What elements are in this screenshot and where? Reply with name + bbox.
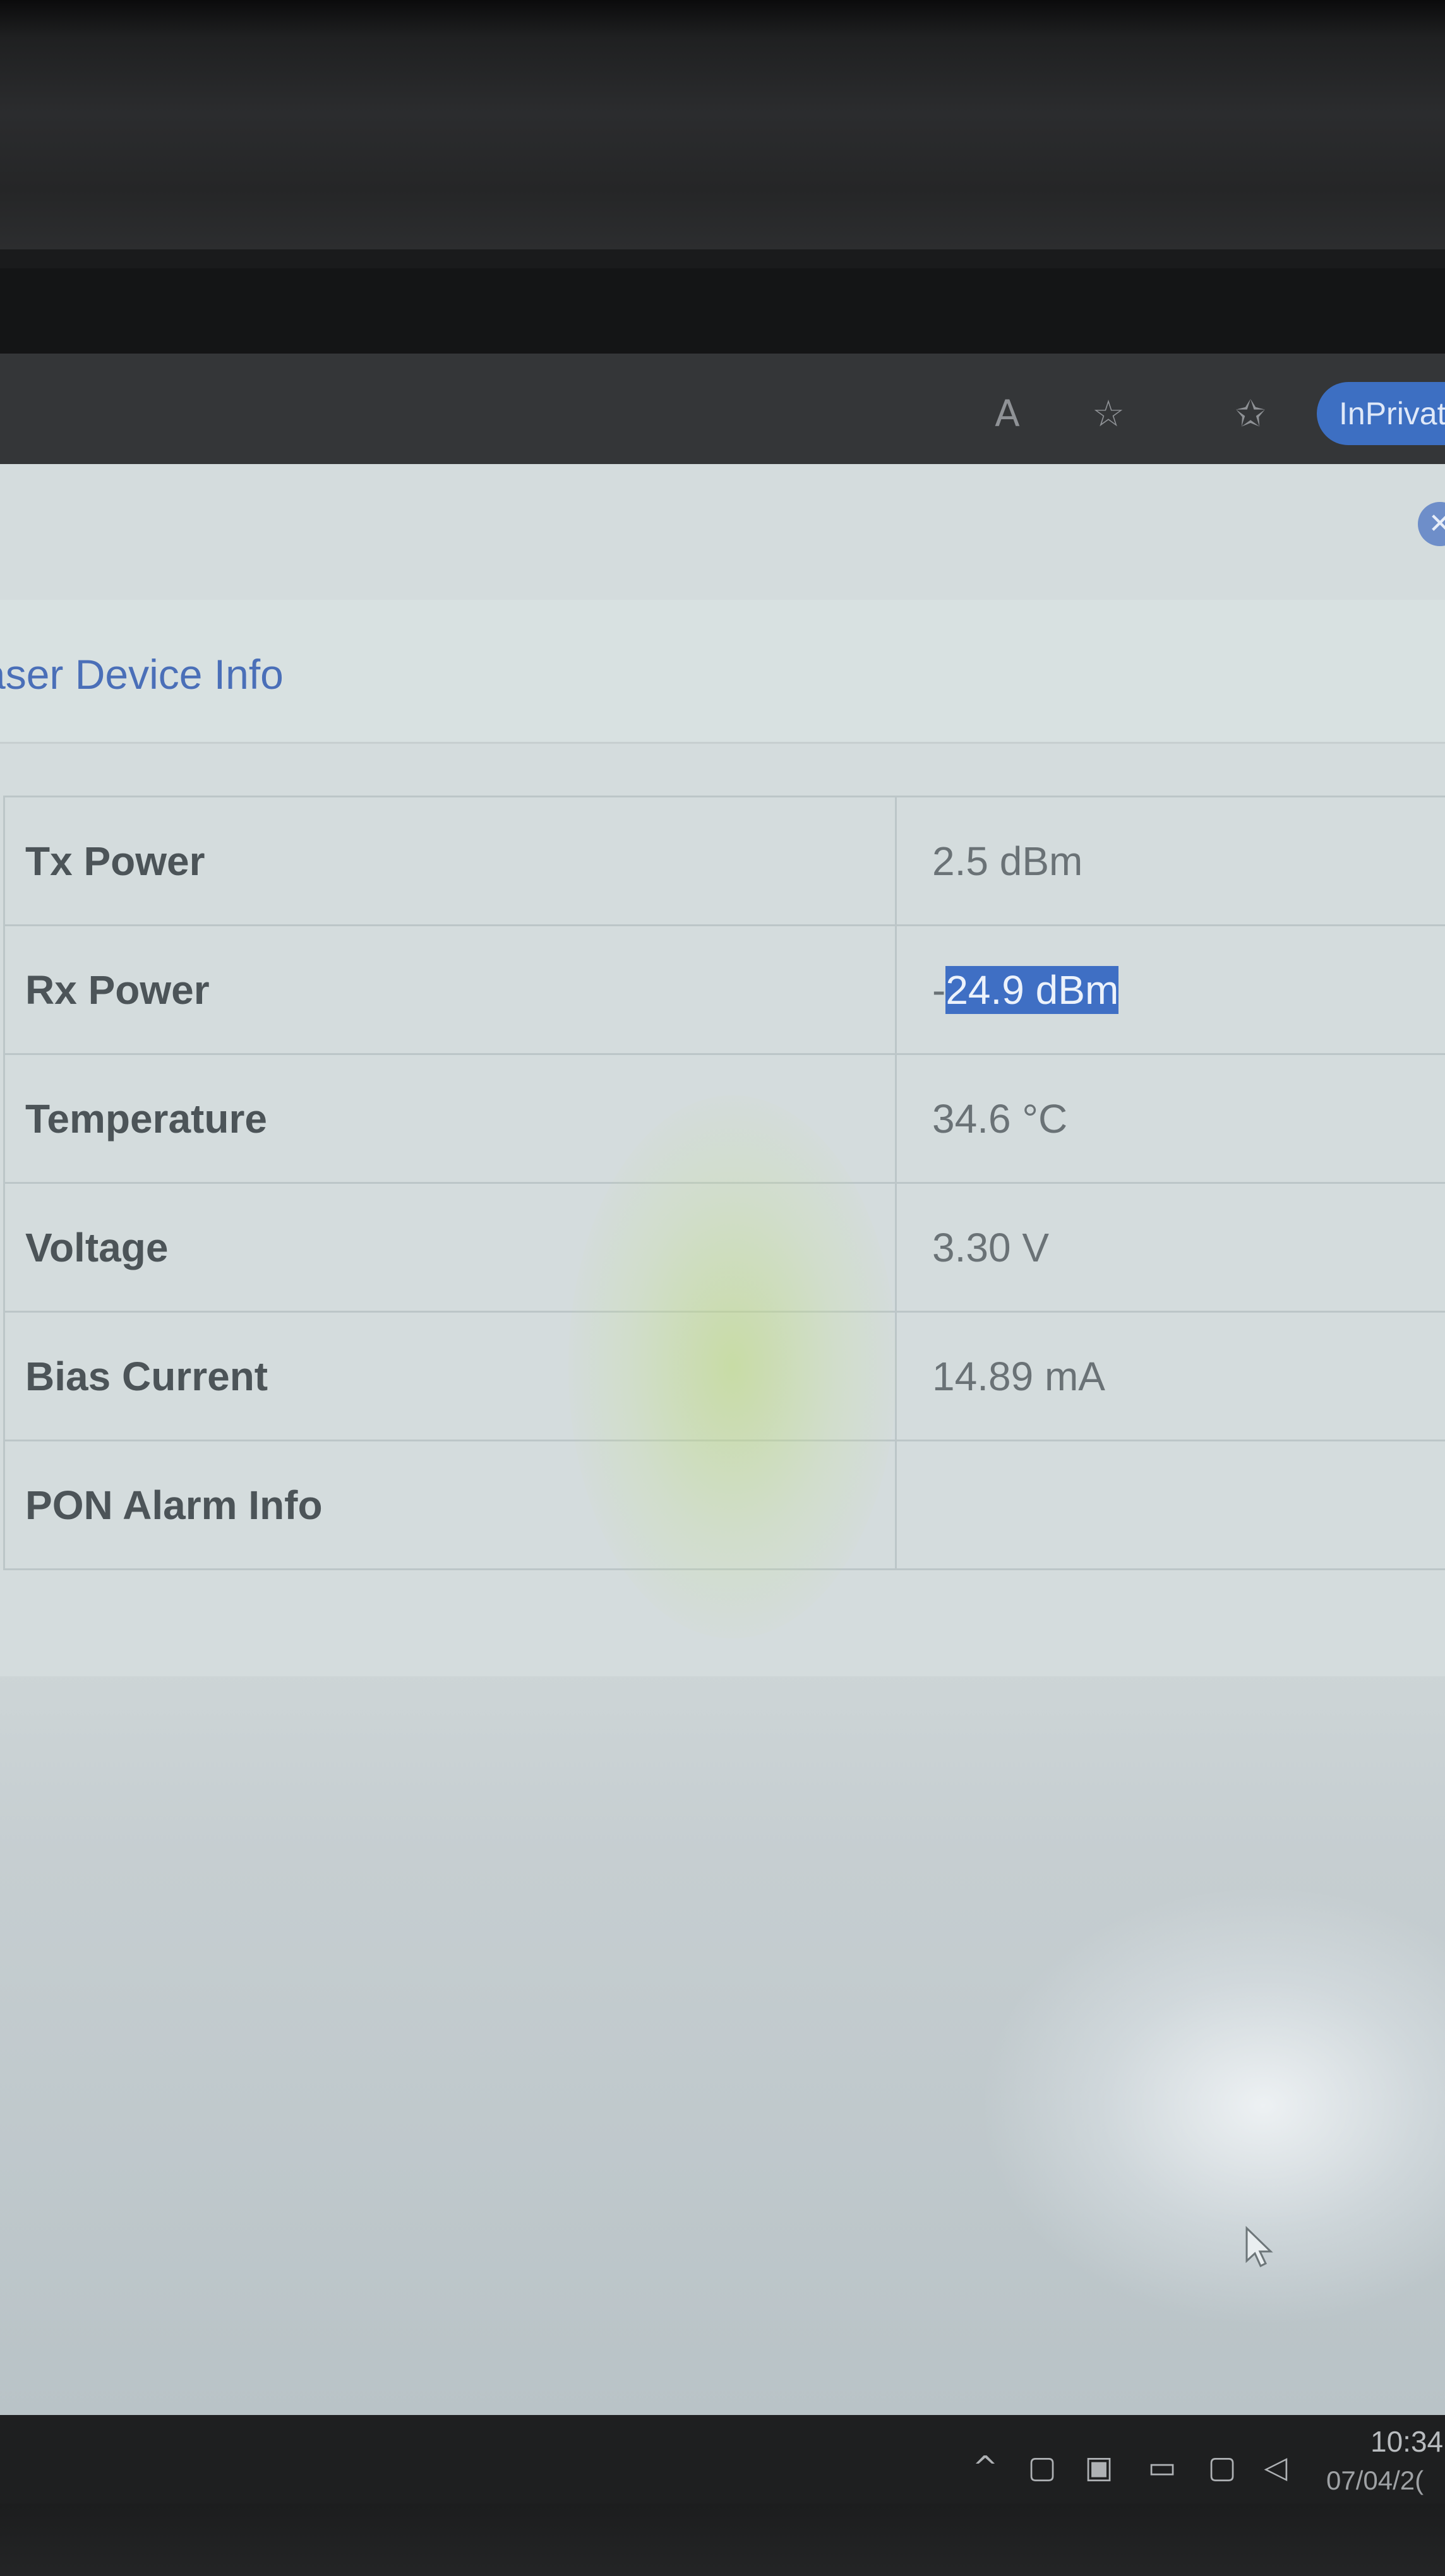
clock-date[interactable]: 07/04/2( [1326,2466,1445,2496]
row-value: 3.30 V [895,1182,1445,1313]
monitor-bezel-edge [0,249,1445,268]
network-icon[interactable]: ▢ [1200,2450,1244,2485]
read-aloud-icon[interactable]: A [985,391,1029,436]
selected-value[interactable]: 24.9 dBm [945,965,1119,1014]
row-value: 34.6 °C [895,1053,1445,1184]
app-tray-icon[interactable]: ▣ [1077,2450,1121,2485]
row-value: -24.9 dBm [895,924,1445,1055]
chevron-up-icon[interactable]: ^ [966,2450,1004,2485]
table-row: Bias Current 14.89 mA [3,1311,1445,1441]
meet-now-icon[interactable]: ▢ [1023,2450,1061,2485]
section-title: aser Device Info [0,651,284,698]
table-row: Tx Power 2.5 dBm [3,796,1445,926]
monitor-top-bezel [0,0,1445,265]
laser-info-dialog: ✕ aser Device Info Tx Power 2.5 dBm Rx P… [0,464,1445,1676]
close-button[interactable]: ✕ [1418,502,1445,546]
page-viewport: ✕ aser Device Info Tx Power 2.5 dBm Rx P… [0,464,1445,2415]
row-label: Voltage [3,1182,897,1313]
row-label: Tx Power [3,796,897,926]
volume-icon[interactable]: ◁ [1257,2450,1295,2485]
table-row: Temperature 34.6 °C [3,1053,1445,1184]
screen-glare [979,1885,1445,2327]
laser-info-table: Tx Power 2.5 dBm Rx Power -24.9 dBm Temp… [3,796,1445,1570]
row-label: Rx Power [3,924,897,1055]
row-label: PON Alarm Info [3,1440,897,1570]
close-icon: ✕ [1428,508,1445,540]
inprivate-button[interactable]: InPrivat [1317,382,1445,445]
mouse-cursor-icon [1245,2226,1273,2268]
clock-time[interactable]: 10:34 [1370,2424,1443,2459]
favorites-list-icon[interactable]: ✩ [1228,391,1273,436]
favorite-star-icon[interactable]: ☆ [1086,391,1130,436]
row-value: 14.89 mA [895,1311,1445,1441]
row-value [895,1440,1445,1570]
inprivate-label: InPrivat [1339,396,1445,431]
table-row: PON Alarm Info [3,1440,1445,1570]
row-label: Bias Current [3,1311,897,1441]
table-row: Voltage 3.30 V [3,1182,1445,1313]
value-prefix: - [932,967,946,1013]
monitor-bottom-bezel [0,2503,1445,2576]
row-value: 2.5 dBm [895,796,1445,926]
row-label: Temperature [3,1053,897,1184]
battery-icon[interactable]: ▭ [1140,2450,1184,2485]
table-row: Rx Power -24.9 dBm [3,924,1445,1055]
